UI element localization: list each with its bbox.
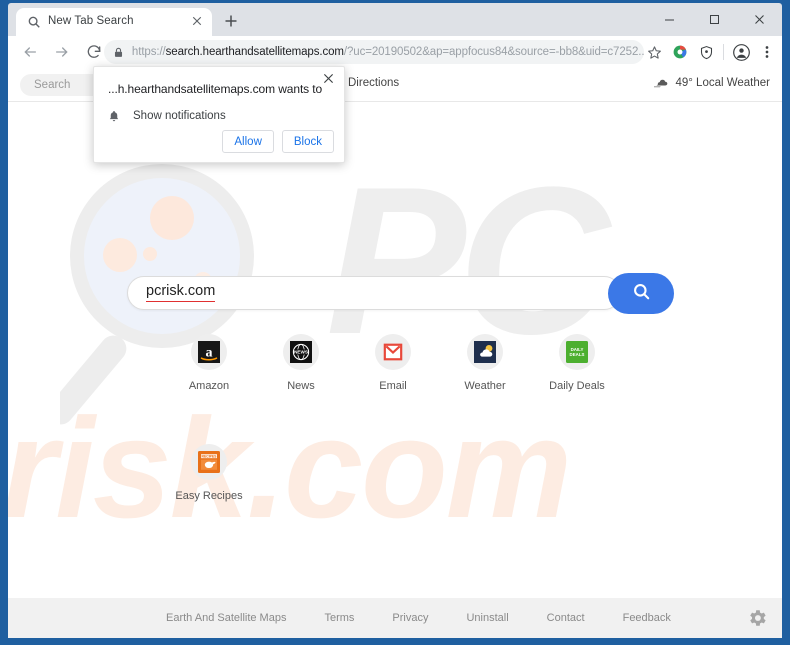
main-search: pcrisk.com bbox=[127, 273, 674, 315]
close-button[interactable] bbox=[737, 3, 782, 36]
shortcut-news[interactable]: NEWS News bbox=[255, 334, 347, 392]
popup-permission-label: Show notifications bbox=[133, 110, 226, 122]
shortcut-weather[interactable]: Weather bbox=[439, 334, 531, 392]
shortcut-label: Email bbox=[379, 380, 407, 392]
tab-strip: New Tab Search bbox=[8, 3, 782, 36]
bell-icon bbox=[108, 109, 122, 123]
maximize-button[interactable] bbox=[692, 3, 737, 36]
email-icon bbox=[382, 341, 404, 363]
footer-link-terms[interactable]: Terms bbox=[324, 612, 354, 624]
footer-link-earth-and-satellite-maps[interactable]: Earth And Satellite Maps bbox=[166, 612, 286, 624]
lock-icon bbox=[113, 46, 125, 58]
shortcuts-row-1: a Amazon NEWS News Email Weather DAILY D… bbox=[163, 334, 633, 392]
page-footer: Earth And Satellite Maps Terms Privacy U… bbox=[8, 598, 782, 638]
block-button[interactable]: Block bbox=[281, 130, 334, 153]
search-button[interactable] bbox=[608, 273, 674, 314]
tab-new-tab-search[interactable]: New Tab Search bbox=[16, 8, 212, 36]
shortcuts-row-2: RECIPES Easy Recipes bbox=[163, 444, 633, 502]
search-input[interactable]: pcrisk.com bbox=[127, 276, 621, 310]
address-bar-url: https://search.hearthandsatellitemaps.co… bbox=[132, 46, 644, 58]
shortcut-label: Weather bbox=[464, 380, 506, 392]
footer-link-contact[interactable]: Contact bbox=[547, 612, 585, 624]
local-weather-widget[interactable]: 49° Local Weather bbox=[654, 77, 770, 89]
shortcut-label: Daily Deals bbox=[549, 380, 605, 392]
shortcut-icon-bg bbox=[467, 334, 503, 370]
header-search-placeholder: Search bbox=[34, 79, 71, 91]
new-tab-button[interactable] bbox=[220, 11, 242, 33]
shortcut-icon-bg: DAILY DEALS bbox=[559, 334, 595, 370]
close-icon[interactable] bbox=[190, 15, 204, 29]
forward-arrow-icon[interactable] bbox=[48, 38, 76, 66]
toolbar-actions bbox=[641, 38, 780, 66]
url-scheme: https:// bbox=[131, 46, 166, 58]
popup-permission-row: Show notifications bbox=[108, 109, 226, 123]
notification-permission-popup: ...h.hearthandsatellitemaps.com wants to… bbox=[93, 66, 345, 163]
allow-button[interactable]: Allow bbox=[222, 130, 274, 153]
svg-text:RECIPES: RECIPES bbox=[202, 455, 218, 459]
search-icon bbox=[632, 282, 651, 306]
back-arrow-icon[interactable] bbox=[16, 38, 44, 66]
footer-link-uninstall[interactable]: Uninstall bbox=[466, 612, 508, 624]
footer-links: Earth And Satellite Maps Terms Privacy U… bbox=[166, 612, 709, 624]
shortcut-icon-bg: RECIPES bbox=[191, 444, 227, 480]
bookmark-star-icon[interactable] bbox=[641, 39, 667, 65]
shortcut-easy-recipes[interactable]: RECIPES Easy Recipes bbox=[163, 444, 255, 502]
popup-title: ...h.hearthandsatellitemaps.com wants to bbox=[108, 82, 323, 96]
shortcut-icon-bg: NEWS bbox=[283, 334, 319, 370]
svg-text:DEALS: DEALS bbox=[570, 352, 585, 357]
url-path: /?uc=20190502&ap=appfocus84&source=-bb8&… bbox=[343, 46, 644, 58]
directions-link[interactable]: Directions bbox=[348, 77, 399, 89]
toolbar-divider bbox=[723, 44, 724, 60]
shortcut-daily-deals[interactable]: DAILY DEALS Daily Deals bbox=[531, 334, 623, 392]
shield-extension-icon[interactable] bbox=[693, 39, 719, 65]
news-icon: NEWS bbox=[290, 341, 312, 363]
minimize-button[interactable] bbox=[647, 3, 692, 36]
gear-icon[interactable] bbox=[746, 607, 768, 629]
amazon-icon: a bbox=[198, 341, 220, 363]
svg-text:a: a bbox=[206, 346, 213, 361]
three-dot-menu-icon[interactable] bbox=[754, 39, 780, 65]
shortcuts-grid: a Amazon NEWS News Email Weather DAILY D… bbox=[163, 334, 633, 502]
shortcut-label: Easy Recipes bbox=[175, 490, 243, 502]
svg-text:NEWS: NEWS bbox=[294, 350, 308, 355]
tab-title: New Tab Search bbox=[48, 15, 134, 27]
search-icon bbox=[27, 15, 41, 29]
shortcut-icon-bg: a bbox=[191, 334, 227, 370]
weather-icon bbox=[654, 78, 669, 89]
shortcut-label: News bbox=[287, 380, 315, 392]
easy-recipes-icon: RECIPES bbox=[198, 451, 220, 473]
address-bar[interactable]: https://search.hearthandsatellitemaps.co… bbox=[104, 40, 644, 64]
profile-avatar-icon[interactable] bbox=[728, 39, 754, 65]
window-controls bbox=[647, 3, 782, 36]
extension-colorful-icon[interactable] bbox=[667, 39, 693, 65]
shortcut-email[interactable]: Email bbox=[347, 334, 439, 392]
daily-deals-icon: DAILY DEALS bbox=[566, 341, 588, 363]
browser-toolbar: https://search.hearthandsatellitemaps.co… bbox=[8, 36, 782, 68]
url-host: search.hearthandsatellitemaps.com bbox=[165, 46, 344, 58]
shortcut-icon-bg bbox=[375, 334, 411, 370]
search-input-value: pcrisk.com bbox=[146, 283, 216, 302]
weather-label: 49° Local Weather bbox=[675, 77, 770, 89]
shortcut-label: Amazon bbox=[188, 380, 230, 392]
shortcut-amazon[interactable]: a Amazon bbox=[163, 334, 255, 392]
weather-icon bbox=[474, 341, 496, 363]
footer-link-privacy[interactable]: Privacy bbox=[392, 612, 428, 624]
browser-window: New Tab Search https://search.hearthands… bbox=[0, 0, 790, 645]
footer-link-feedback[interactable]: Feedback bbox=[623, 612, 671, 624]
popup-buttons: Allow Block bbox=[214, 130, 334, 153]
